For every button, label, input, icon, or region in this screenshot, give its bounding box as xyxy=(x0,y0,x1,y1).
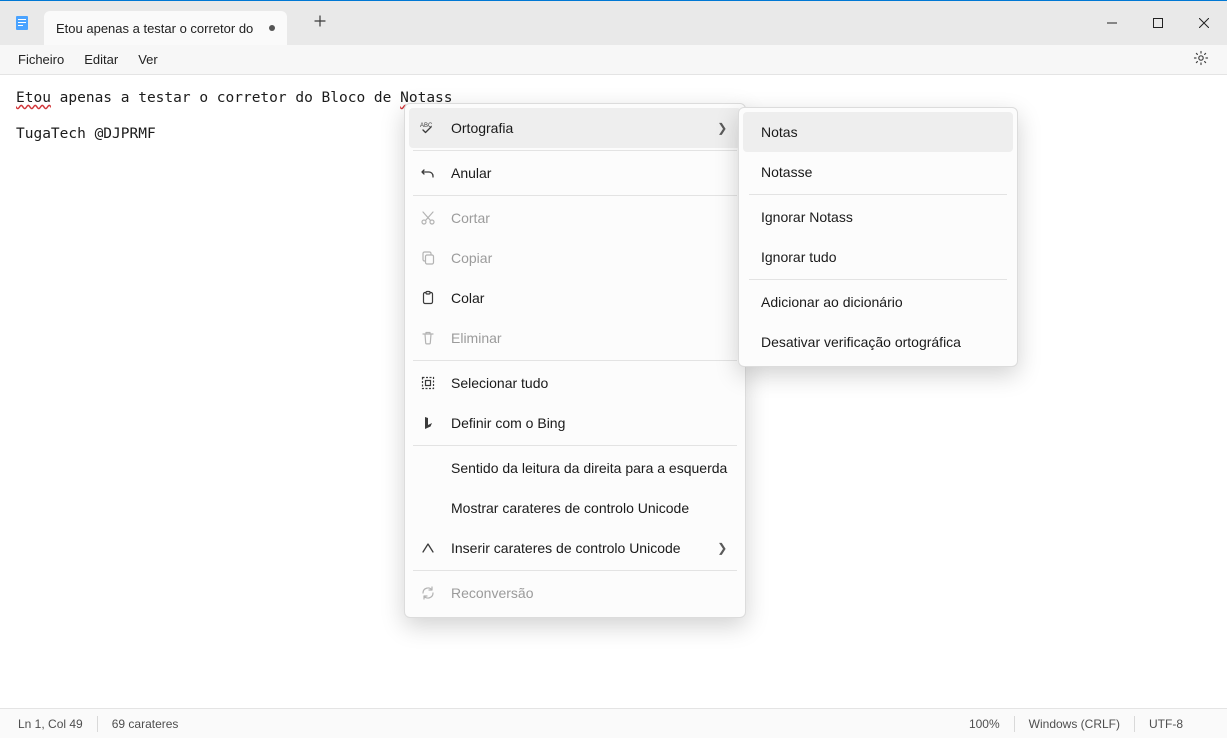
chevron-right-icon: ❯ xyxy=(717,541,727,555)
menu-label: Colar xyxy=(451,290,727,306)
status-encoding: UTF-8 xyxy=(1149,717,1209,731)
menu-separator xyxy=(413,445,737,446)
suggestion-item[interactable]: Notas xyxy=(743,112,1013,152)
caret-icon xyxy=(419,539,437,557)
menu-label: Ignorar tudo xyxy=(761,249,995,265)
menu-label: Selecionar tudo xyxy=(451,375,727,391)
menu-separator xyxy=(413,570,737,571)
menu-label: Ortografia xyxy=(451,120,703,136)
context-menu: ABC Ortografia ❯ Anular Cortar Copiar Co… xyxy=(404,103,746,618)
new-tab-button[interactable] xyxy=(305,14,335,32)
menu-separator xyxy=(413,150,737,151)
window-controls xyxy=(1089,1,1227,45)
title-bar: Etou apenas a testar o corretor do xyxy=(0,1,1227,45)
blank-icon xyxy=(419,459,437,477)
status-separator xyxy=(1014,716,1015,732)
menu-item-insert-unicode[interactable]: Inserir carateres de controlo Unicode ❯ xyxy=(409,528,741,568)
app-icon xyxy=(14,15,30,31)
status-eol: Windows (CRLF) xyxy=(1029,717,1120,731)
menu-item-copy: Copiar xyxy=(409,238,741,278)
menu-edit[interactable]: Editar xyxy=(74,48,128,71)
suggestion-label: Notas xyxy=(761,124,995,140)
chevron-right-icon: ❯ xyxy=(717,121,727,135)
close-button[interactable] xyxy=(1181,1,1227,45)
menu-separator xyxy=(749,194,1007,195)
status-zoom[interactable]: 100% xyxy=(969,717,1000,731)
select-all-icon xyxy=(419,374,437,392)
menu-item-ignore-all[interactable]: Ignorar tudo xyxy=(743,237,1013,277)
trash-icon xyxy=(419,329,437,347)
menu-item-paste[interactable]: Colar xyxy=(409,278,741,318)
menu-file[interactable]: Ficheiro xyxy=(8,48,74,71)
copy-icon xyxy=(419,249,437,267)
menu-label: Ignorar Notass xyxy=(761,209,995,225)
blank-icon xyxy=(419,499,437,517)
menu-label: Anular xyxy=(451,165,727,181)
spelling-submenu: Notas Notasse Ignorar Notass Ignorar tud… xyxy=(738,107,1018,367)
menu-item-undo[interactable]: Anular xyxy=(409,153,741,193)
menu-item-select-all[interactable]: Selecionar tudo xyxy=(409,363,741,403)
menu-view[interactable]: Ver xyxy=(128,48,168,71)
menu-item-add-dictionary[interactable]: Adicionar ao dicionário xyxy=(743,282,1013,322)
maximize-button[interactable] xyxy=(1135,1,1181,45)
minimize-button[interactable] xyxy=(1089,1,1135,45)
menu-separator xyxy=(413,360,737,361)
menu-bar: Ficheiro Editar Ver xyxy=(0,45,1227,75)
tab-active[interactable]: Etou apenas a testar o corretor do xyxy=(44,11,287,45)
suggestion-label: Notasse xyxy=(761,164,995,180)
menu-label: Eliminar xyxy=(451,330,727,346)
cut-icon xyxy=(419,209,437,227)
refresh-icon xyxy=(419,584,437,602)
menu-item-show-unicode[interactable]: Mostrar carateres de controlo Unicode xyxy=(409,488,741,528)
menu-label: Copiar xyxy=(451,250,727,266)
menu-item-rtl[interactable]: Sentido da leitura da direita para a esq… xyxy=(409,448,741,488)
menu-item-cut: Cortar xyxy=(409,198,741,238)
menu-label: Inserir carateres de controlo Unicode xyxy=(451,540,703,556)
spell-error-word: Etou xyxy=(16,90,51,106)
undo-icon xyxy=(419,164,437,182)
bing-icon xyxy=(419,414,437,432)
status-char-count: 69 carateres xyxy=(112,717,179,731)
menu-item-spelling[interactable]: ABC Ortografia ❯ xyxy=(409,108,741,148)
settings-button[interactable] xyxy=(1183,46,1219,73)
tab-title: Etou apenas a testar o corretor do xyxy=(56,21,253,36)
menu-separator xyxy=(413,195,737,196)
menu-label: Mostrar carateres de controlo Unicode xyxy=(451,500,727,516)
editor-text: apenas a testar o corretor do Bloco de xyxy=(51,90,400,106)
menu-item-disable-spellcheck[interactable]: Desativar verificação ortográfica xyxy=(743,322,1013,362)
svg-text:ABC: ABC xyxy=(420,123,433,129)
paste-icon xyxy=(419,289,437,307)
menu-item-bing[interactable]: Definir com o Bing xyxy=(409,403,741,443)
menu-separator xyxy=(749,279,1007,280)
status-separator xyxy=(1134,716,1135,732)
menu-label: Definir com o Bing xyxy=(451,415,727,431)
menu-item-delete: Eliminar xyxy=(409,318,741,358)
status-cursor-position: Ln 1, Col 49 xyxy=(18,717,83,731)
status-separator xyxy=(97,716,98,732)
menu-label: Cortar xyxy=(451,210,727,226)
menu-label: Adicionar ao dicionário xyxy=(761,294,995,310)
suggestion-item[interactable]: Notasse xyxy=(743,152,1013,192)
abc-check-icon: ABC xyxy=(419,119,437,137)
menu-label: Reconversão xyxy=(451,585,727,601)
menu-item-ignore-word[interactable]: Ignorar Notass xyxy=(743,197,1013,237)
menu-label: Sentido da leitura da direita para a esq… xyxy=(451,460,727,476)
tab-modified-indicator xyxy=(269,25,275,31)
status-bar: Ln 1, Col 49 69 carateres 100% Windows (… xyxy=(0,708,1227,738)
menu-label: Desativar verificação ortográfica xyxy=(761,334,995,350)
menu-item-reconversion: Reconversão xyxy=(409,573,741,613)
editor-text: TugaTech @DJPRMF xyxy=(16,126,156,142)
